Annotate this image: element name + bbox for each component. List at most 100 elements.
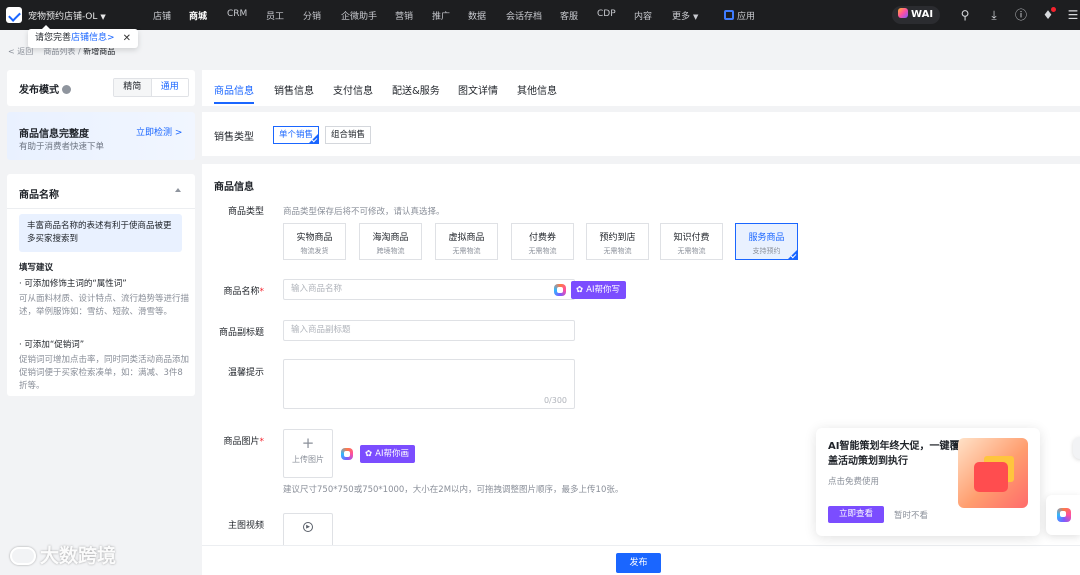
suggest-2-title: · 可添加“促销词” [19, 340, 85, 350]
ai-write-button[interactable]: ✿ AI帮你写 [571, 281, 626, 299]
store-info-link[interactable]: 店铺信息> [71, 33, 115, 43]
tab-payment-info[interactable]: 支付信息 [333, 82, 373, 97]
help-icon[interactable] [62, 85, 71, 94]
promo-illustration [958, 438, 1028, 508]
nav-item-chat-archive[interactable]: 会话存档 [506, 9, 542, 22]
publish-mode-card: 发布模式 精简 通用 [7, 70, 195, 106]
nav-item-more[interactable]: 更多 ▼ [672, 9, 698, 22]
search-icon[interactable]: ⚲ [958, 8, 972, 22]
type-name: 知识付费 [673, 233, 710, 243]
type-name: 虚拟商品 [448, 233, 485, 243]
nav-item-wecom-assistant[interactable]: 企微助手 [341, 9, 377, 22]
type-physical[interactable]: 实物商品 物流发货 [283, 223, 346, 260]
tab-sales-info[interactable]: 销售信息 [274, 82, 314, 97]
product-image-label: 商品图片* [202, 434, 264, 447]
gear-icon: ✿ [576, 285, 584, 295]
sales-type-bundle[interactable]: 组合销售 [325, 126, 372, 144]
nav-item-customer-service[interactable]: 客服 [560, 9, 578, 22]
ai-assistant-float[interactable] [1046, 495, 1080, 535]
nav-item-distribution[interactable]: 分销 [303, 9, 321, 22]
publish-mode-label: 发布模式 [19, 85, 59, 96]
main-content: 商品信息 销售信息 支付信息 配送&服务 图文详情 其他信息 [202, 70, 1080, 106]
mode-simple-button[interactable]: 精简 [114, 79, 151, 96]
nav-item-content[interactable]: 内容 [634, 9, 652, 22]
subtitle-input[interactable]: 输入商品副标题 [283, 320, 575, 341]
ai-orb-icon [1057, 508, 1071, 522]
tab-product-info[interactable]: 商品信息 [214, 82, 254, 104]
completeness-card: 商品信息完整度 有助于消费者快速下单 立即检测 > [7, 112, 195, 160]
nav-item-marketing[interactable]: 营销 [395, 9, 413, 22]
back-arrow-icon[interactable]: < [8, 47, 17, 56]
footer-bar: 发布 [202, 545, 1080, 575]
product-name-label-text: 商品名称 [223, 287, 260, 297]
product-name-label: 商品名称* [202, 284, 264, 297]
checkmark-icon [788, 250, 797, 259]
divider [7, 208, 195, 209]
nav-item-store[interactable]: 店铺 [153, 9, 171, 22]
breadcrumb-separator: / [77, 47, 81, 56]
download-icon[interactable]: ⤓ [987, 8, 1001, 22]
type-name: 服务商品 [748, 233, 785, 243]
play-icon: ▶ [303, 522, 313, 532]
tab-other-info[interactable]: 其他信息 [517, 82, 557, 97]
ai-draw-label: AI帮你画 [375, 449, 409, 459]
watermark-text: 大数跨境 [40, 545, 117, 567]
notification-badge [1051, 7, 1056, 12]
type-sub: 无需物流 [677, 247, 706, 255]
ai-draw-button[interactable]: ✿ AI帮你画 [360, 445, 415, 463]
view-now-button[interactable]: 立即查看 [828, 506, 884, 523]
sales-type-section: 销售类型 单个销售 组合销售 [202, 112, 1080, 156]
app-logo-icon[interactable] [6, 7, 22, 23]
breadcrumb-parent[interactable]: 商品列表 [43, 47, 75, 56]
sales-type-single[interactable]: 单个销售 [273, 126, 320, 144]
subtitle-label: 商品副标题 [218, 328, 264, 338]
nav-item-data[interactable]: 数据 [468, 9, 486, 22]
type-service[interactable]: 服务商品 支持预约 [735, 223, 798, 260]
chevron-right-icon: > [107, 33, 115, 43]
nav-item-apps[interactable]: 应用 [724, 9, 755, 22]
tab-detail[interactable]: 图文详情 [458, 82, 498, 97]
product-type-label: 商品类型 [227, 207, 264, 217]
product-name-input[interactable]: 输入商品名称 [283, 279, 575, 300]
type-appointment[interactable]: 预约到店 无需物流 [586, 223, 649, 260]
dismiss-button[interactable]: 暂时不看 [894, 509, 928, 521]
video-label: 主图视频 [227, 521, 264, 531]
type-name: 付费券 [528, 233, 556, 243]
publish-mode-toggle: 精简 通用 [113, 78, 189, 97]
close-icon[interactable]: ✕ [123, 29, 131, 48]
collapse-icon[interactable] [175, 188, 181, 192]
plus-icon: + [301, 434, 315, 452]
checkmark-icon [309, 134, 319, 143]
nav-item-crm[interactable]: CRM [227, 9, 247, 19]
nav-item-promotion[interactable]: 推广 [432, 9, 450, 22]
type-virtual[interactable]: 虚拟商品 无需物流 [435, 223, 498, 260]
wai-logo-icon [898, 8, 908, 18]
sales-type-label: 销售类型 [214, 132, 254, 143]
upload-image-button[interactable]: + 上传图片 [283, 429, 333, 478]
store-switcher[interactable]: 宠物预约店铺-OL ▼ [28, 9, 106, 22]
type-paid-coupon[interactable]: 付费券 无需物流 [511, 223, 574, 260]
nav-item-mall[interactable]: 商城 [189, 9, 207, 22]
suggest-1-title: · 可添加修饰主词的“属性词” [19, 279, 127, 289]
nav-item-cdp[interactable]: CDP [597, 9, 616, 19]
top-navigation-bar: 宠物预约店铺-OL ▼ 店铺 商城 CRM 员工 分销 企微助手 营销 推广 数据… [0, 0, 1080, 30]
wai-button[interactable]: WAI [892, 6, 940, 24]
type-sub: 无需物流 [452, 247, 481, 255]
type-cross-border[interactable]: 海淘商品 跨境物流 [359, 223, 422, 260]
required-mark: * [259, 287, 265, 297]
section-tabs: 商品信息 销售信息 支付信息 配送&服务 图文详情 其他信息 [202, 70, 1080, 106]
tips-title: 商品名称 [19, 190, 59, 201]
mode-general-button[interactable]: 通用 [150, 79, 188, 96]
publish-button[interactable]: 发布 [616, 553, 661, 573]
menu-icon[interactable]: ☰ [1066, 8, 1080, 22]
nav-item-staff[interactable]: 员工 [266, 9, 284, 22]
breadcrumb-back[interactable]: 返回 [17, 47, 33, 56]
check-now-link[interactable]: 立即检测 > [136, 125, 182, 138]
floating-handle[interactable] [1073, 437, 1080, 459]
help-icon[interactable]: ⓘ [1014, 8, 1028, 22]
type-knowledge[interactable]: 知识付费 无需物流 [660, 223, 723, 260]
suggest-2-body: 促销词可增加点击率，同时同类活动商品添加促销词便于买家检索凑单，如：满减、3件8… [19, 355, 190, 391]
watermark: 大数跨境 [10, 541, 116, 568]
tab-delivery-service[interactable]: 配送&服务 [392, 82, 440, 97]
reminder-textarea[interactable]: 0/300 [283, 359, 575, 409]
